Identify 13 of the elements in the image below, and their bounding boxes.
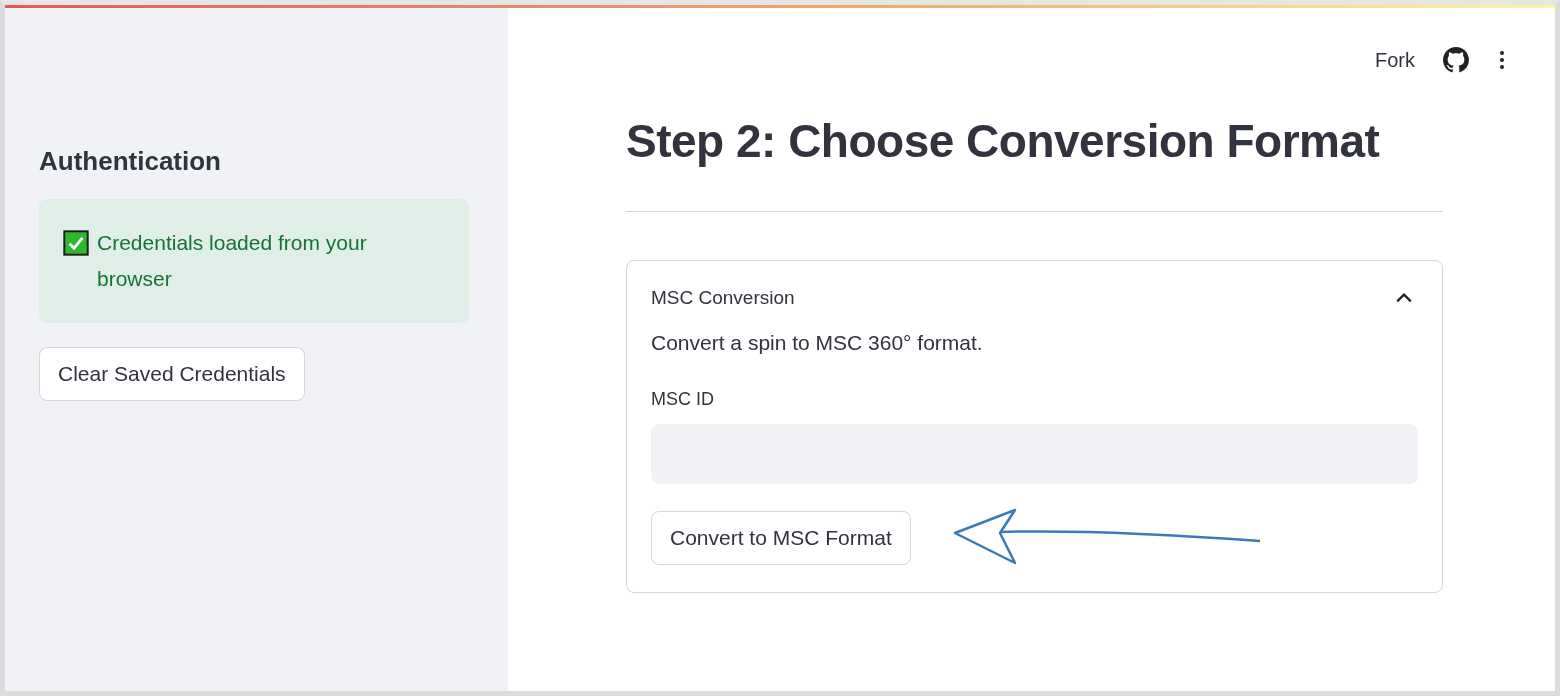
fork-link[interactable]: Fork: [1375, 48, 1415, 72]
check-mark-icon: [63, 230, 89, 256]
clear-credentials-button[interactable]: Clear Saved Credentials: [39, 347, 305, 401]
chevron-icon: [1396, 292, 1412, 305]
alert-message: Credentials loaded from your browser: [97, 230, 368, 292]
field-label: MSC ID: [651, 389, 715, 411]
description-text: Convert a spin to MSC 360° format.: [651, 331, 984, 356]
section-heading: Authentication: [39, 146, 221, 177]
github-icon[interactable]: [1443, 47, 1469, 73]
more-menu-icon[interactable]: [1499, 50, 1505, 70]
expander-header[interactable]: MSC Conversion: [627, 261, 1442, 314]
page-title: Step 2: Choose Conversion Format: [626, 114, 1381, 169]
convert-button[interactable]: Convert to MSC Format: [651, 511, 911, 566]
